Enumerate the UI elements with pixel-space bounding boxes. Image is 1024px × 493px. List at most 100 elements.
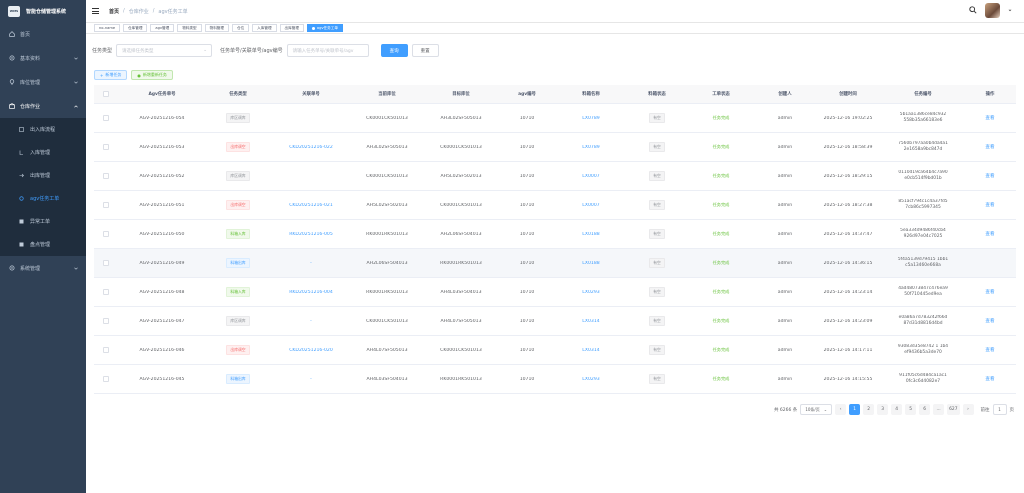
page-number[interactable]: 627 [947, 404, 960, 415]
table-row[interactable]: AGV-20251216-046 出库调空 CKD20251216-020 AH4L0… [94, 336, 1016, 365]
table-row[interactable]: AGV-20251216-049 料箱出库 - AH2L06SF504013 RK000… [94, 249, 1016, 278]
cell-ref-no[interactable]: CKD20251216-020 [270, 348, 352, 353]
cell-box-name[interactable]: LX0007 [554, 174, 628, 179]
cell-current-location: RK0001RK501013 [366, 231, 408, 237]
task-code-line: 7cb86c5997345 [905, 205, 941, 210]
tag-item[interactable]: 物料管理 [204, 24, 229, 32]
tag-item[interactable]: no-name [94, 24, 121, 32]
cell-box-name[interactable]: LX0188 [554, 261, 628, 266]
goto-page-input[interactable]: 1 [992, 404, 1007, 415]
tag-item[interactable]: 仓位 [231, 24, 250, 32]
cell-box-name[interactable]: LX0314 [554, 319, 628, 324]
row-checkbox[interactable] [94, 318, 118, 324]
view-button[interactable]: 查看 [964, 231, 1016, 237]
page-ellipsis[interactable]: ... [933, 404, 945, 415]
table-row[interactable]: AGV-20251216-051 出库调空 CKD20251216-021 AH5L0… [94, 191, 1016, 220]
table-row[interactable]: AGV-20251216-045 料箱出库 - AH4L03SF504013 RK000… [94, 365, 1016, 394]
app-logo[interactable]: WMS 智能仓储管理系统 [0, 0, 86, 22]
reset-button[interactable]: 重置 [411, 44, 439, 57]
table-row[interactable]: AGV-20251216-052 库区调库 CK0001CK501013 AH5L02… [94, 162, 1016, 191]
tag-item[interactable]: 出库管理 [279, 24, 304, 32]
row-checkbox[interactable] [94, 289, 118, 295]
sidebar-item-location[interactable]: 库位管理 [0, 70, 86, 94]
sidebar-item-system[interactable]: 系统管理 [0, 256, 86, 280]
tag-item[interactable]: agv管理 [150, 24, 175, 32]
sidebar-subitem-inbound[interactable]: 入库管理 [0, 141, 86, 164]
avatar[interactable] [985, 3, 1000, 18]
next-page-button[interactable]: › [962, 404, 974, 415]
page-number[interactable]: 6 [919, 404, 931, 415]
sidebar-item-basic-data[interactable]: 基本资料 [0, 46, 86, 70]
cell-ref-no[interactable]: RKD20251216-005 [270, 232, 352, 237]
cell-box-name[interactable]: LX0007 [554, 203, 628, 208]
view-button[interactable]: 查看 [964, 202, 1016, 208]
view-button[interactable]: 查看 [964, 144, 1016, 150]
retry-task-button[interactable]: ● 新增重新任务 [131, 70, 173, 80]
cell-task-type: 料箱入库 [206, 229, 270, 239]
table-row[interactable]: AGV-20251216-047 库区调库 - CK0001CK501013 AH4L0… [94, 307, 1016, 336]
page-number[interactable]: 2 [863, 404, 875, 415]
hamburger-menu-icon[interactable] [92, 8, 99, 14]
select-all-checkbox[interactable] [94, 91, 118, 97]
view-button[interactable]: 查看 [964, 318, 1016, 324]
sidebar-subitem-exceptions[interactable]: 异常工单 [0, 210, 86, 233]
tag-item-active[interactable]: agv任务工单 [306, 24, 343, 32]
row-checkbox[interactable] [94, 376, 118, 382]
sidebar-subitem-agv-tasks[interactable]: agv任务工单 [0, 187, 86, 210]
cell-box-name[interactable]: LX0188 [554, 232, 628, 237]
search-button-label: 查询 [389, 48, 399, 54]
tag-item[interactable]: 入库管理 [252, 24, 277, 32]
cell-box-name[interactable]: LX0293 [554, 290, 628, 295]
row-checkbox[interactable] [94, 115, 118, 121]
page-number[interactable]: 4 [891, 404, 903, 415]
view-button[interactable]: 查看 [964, 173, 1016, 179]
page-number[interactable]: 1 [849, 404, 861, 415]
sidebar-item-warehouse-ops[interactable]: 仓库作业 [0, 94, 86, 118]
cell-created-time: 2025-12-16 14:36:15 [823, 260, 873, 266]
row-checkbox[interactable] [94, 202, 118, 208]
column-header: 任务类型 [229, 92, 247, 97]
tag-item[interactable]: 物料类型 [177, 24, 202, 32]
add-task-button[interactable]: + 新增任务 [94, 70, 128, 80]
task-no-input[interactable]: 请输入任务单号/关联单号/agv [286, 44, 369, 57]
table-row[interactable]: AGV-20251216-053 出库调空 CKD20251216-022 AH3L0… [94, 133, 1016, 162]
row-checkbox[interactable] [94, 144, 118, 150]
cell-order-status: 任务完成 [712, 318, 730, 323]
search-button[interactable]: 查询 [380, 44, 408, 57]
row-checkbox[interactable] [94, 260, 118, 266]
task-type-select[interactable]: 请选择任务类型 ⌄ [116, 44, 213, 57]
cell-box-name[interactable]: LX0293 [554, 377, 628, 382]
caret-down-icon[interactable] [1008, 8, 1012, 14]
view-button[interactable]: 查看 [964, 376, 1016, 382]
task-code-line: c5a13460e668a [905, 263, 941, 268]
breadcrumb-item[interactable]: 首页 [109, 8, 119, 15]
row-checkbox[interactable] [94, 231, 118, 237]
total-count: 共 6266 条 [773, 407, 798, 413]
row-checkbox[interactable] [94, 347, 118, 353]
cell-box-name[interactable]: LX0789 [554, 145, 628, 150]
cell-ref-no[interactable]: RKD20251216-004 [270, 290, 352, 295]
row-checkbox[interactable] [94, 173, 118, 179]
page-number[interactable]: 5 [905, 404, 917, 415]
reset-button-label: 重置 [420, 48, 430, 54]
view-button[interactable]: 查看 [964, 347, 1016, 353]
tag-item[interactable]: 仓库管理 [123, 24, 148, 32]
cell-box-name[interactable]: LX0789 [554, 116, 628, 121]
search-icon[interactable] [969, 5, 977, 16]
table-row[interactable]: AGV-20251216-054 库区调库 CK0001CK501013 AH3L02… [94, 104, 1016, 133]
sidebar-subitem-inventory[interactable]: 盘点管理 [0, 233, 86, 256]
page-number[interactable]: 3 [877, 404, 889, 415]
page-size-select[interactable]: 10条/页 ⌄ [800, 404, 833, 415]
sidebar-subitem-process[interactable]: 出入库流程 [0, 118, 86, 141]
cell-box-name[interactable]: LX0314 [554, 348, 628, 353]
sidebar-subitem-outbound[interactable]: 出库管理 [0, 164, 86, 187]
cell-ref-no[interactable]: CKD20251216-022 [270, 145, 352, 150]
cell-order-status: 任务完成 [712, 231, 730, 236]
prev-page-button[interactable]: ‹ [835, 404, 847, 415]
sidebar-item-home[interactable]: 首页 [0, 22, 86, 46]
cell-ref-no[interactable]: CKD20251216-021 [270, 203, 352, 208]
table-row[interactable]: AGV-20251216-048 料箱入库 RKD20251216-004 RK000… [94, 278, 1016, 307]
table-row[interactable]: AGV-20251216-050 料箱入库 RKD20251216-005 RK000… [94, 220, 1016, 249]
view-button[interactable]: 查看 [964, 289, 1016, 295]
view-button[interactable]: 查看 [964, 115, 1016, 121]
